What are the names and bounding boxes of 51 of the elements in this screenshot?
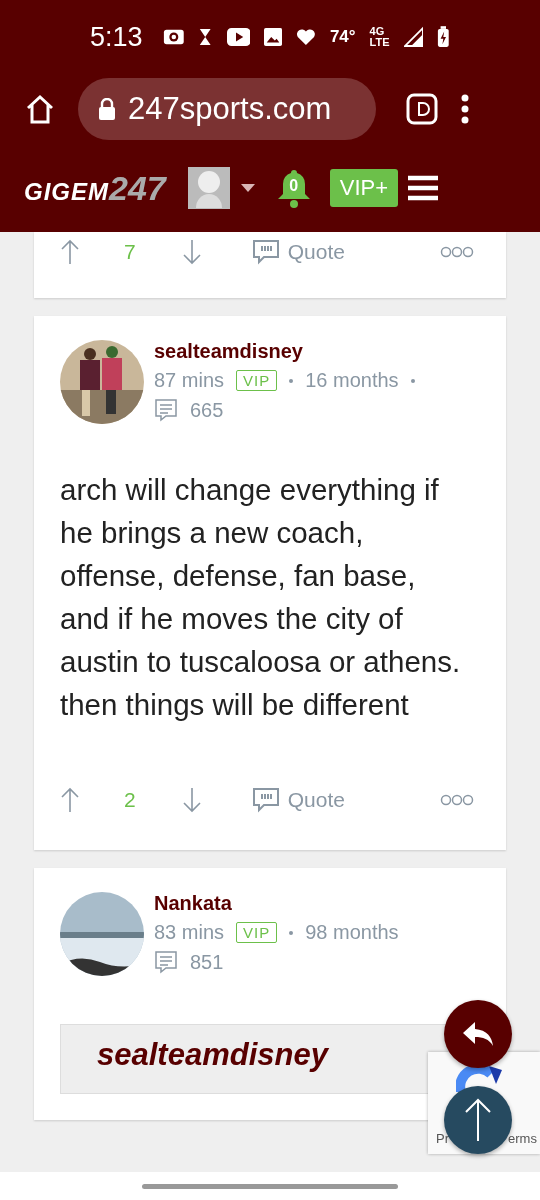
up-arrow-icon[interactable] <box>60 787 80 813</box>
terms-link[interactable]: erms <box>508 1131 537 1146</box>
quoted-author: sealteamdisney <box>97 1037 328 1072</box>
home-icon[interactable] <box>24 93 56 125</box>
arrow-up-icon <box>463 1098 493 1142</box>
post-time: 83 mins <box>154 921 225 944</box>
user-avatar[interactable] <box>187 167 230 209</box>
temperature: 74° <box>329 27 356 47</box>
quote-icon <box>251 787 280 813</box>
comment-icon <box>154 950 178 974</box>
comment-count: 665 <box>190 398 224 422</box>
vip-badge: VIP <box>236 370 278 391</box>
separator-dot <box>410 378 415 383</box>
menu-icon[interactable] <box>408 175 439 201</box>
quote-icon <box>251 239 280 265</box>
comment-count: 851 <box>190 950 224 974</box>
battery-icon <box>437 25 450 49</box>
down-arrow-icon[interactable] <box>181 239 202 265</box>
tab-switcher-icon[interactable] <box>406 93 438 125</box>
hourglass-icon <box>198 27 213 47</box>
reply-icon <box>461 1020 495 1048</box>
more-options-icon[interactable] <box>440 794 474 806</box>
menu-icon[interactable] <box>460 93 470 125</box>
member-tenure: 16 months <box>305 369 399 392</box>
address-bar[interactable]: 247sports.com <box>78 78 376 140</box>
signal-icon <box>403 26 424 48</box>
comment-icon <box>154 398 178 422</box>
url-text: 247sports.com <box>128 91 332 127</box>
privacy-link[interactable]: Pr <box>436 1131 449 1146</box>
down-arrow-icon[interactable] <box>181 787 202 813</box>
camera-icon <box>162 27 185 47</box>
vote-count: 7 <box>124 240 136 264</box>
play-icon <box>226 27 251 47</box>
author-name[interactable]: Nankata <box>154 892 399 915</box>
caret-icon[interactable] <box>239 183 256 193</box>
post-time: 87 mins <box>154 369 225 392</box>
separator-dot <box>289 930 294 935</box>
clock: 5:13 <box>90 21 143 53</box>
vote-count: 2 <box>124 788 136 812</box>
lock-icon <box>98 98 116 120</box>
member-tenure: 98 months <box>305 921 399 944</box>
network-type: 4G LTE <box>369 26 390 48</box>
heart-icon <box>296 27 316 47</box>
post-text: arch will change everything if he brings a new coach, offense, defense, fan base, and if he moves the city of austin to tuscaloosa or athens. then things will be different <box>60 472 462 723</box>
author-name[interactable]: sealteamdisney <box>154 340 415 363</box>
more-options-icon[interactable] <box>440 246 474 258</box>
site-logo[interactable]: GIGEM247 <box>24 168 178 208</box>
separator-dot <box>289 378 294 383</box>
image-icon <box>264 27 283 47</box>
up-arrow-icon[interactable] <box>60 239 80 265</box>
vip-badge: VIP <box>236 922 278 943</box>
